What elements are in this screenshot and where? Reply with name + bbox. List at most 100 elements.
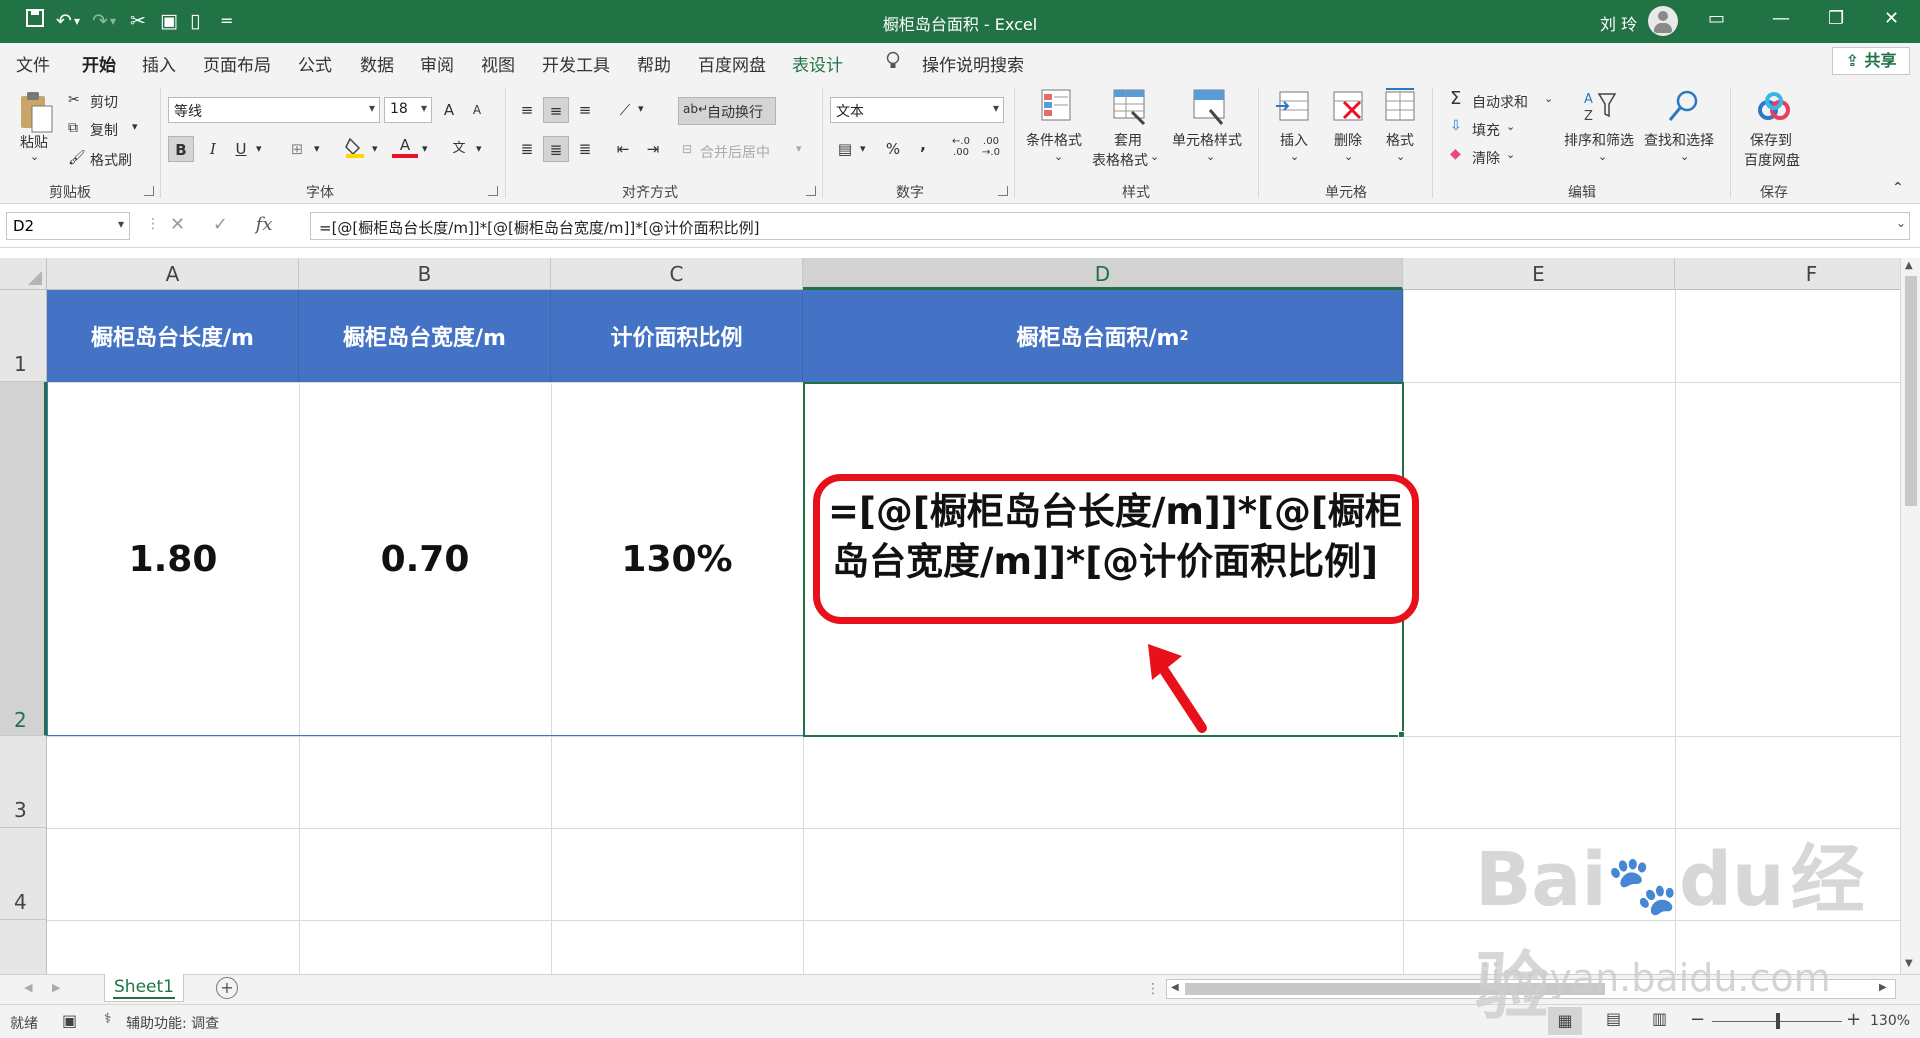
fill-color-dropdown-icon[interactable]: ▾ [372,142,378,155]
delete-cells-icon[interactable] [1330,88,1366,126]
sort-dropdown-icon[interactable]: ⌄ [1598,150,1607,163]
autosum-button[interactable]: 自动求和 [1472,92,1528,112]
align-right-icon[interactable]: ≣ [572,136,598,162]
shrink-font-button[interactable]: A [464,97,490,123]
font-color-button[interactable]: A [392,132,418,158]
sort-filter-button[interactable]: 排序和筛选 [1564,130,1634,150]
align-top-icon[interactable]: ≡ [514,97,540,123]
orientation-dropdown-icon[interactable]: ▾ [638,102,644,115]
phonetic-guide-button[interactable]: 文 [446,136,472,162]
cell-styles-icon[interactable] [1192,88,1228,126]
table-header-ratio[interactable]: 计价面积比例 [551,290,803,382]
fill-button[interactable]: 填充 [1472,120,1500,140]
orientation-icon[interactable]: ⟋ [612,97,638,123]
font-color-dropdown-icon[interactable]: ▾ [422,142,428,155]
find-dropdown-icon[interactable]: ⌄ [1680,150,1689,163]
column-header-d[interactable]: D [803,258,1403,290]
maximize-icon[interactable]: ❐ [1828,8,1844,29]
name-box[interactable]: D2 [6,212,130,240]
formula-input[interactable]: =[@[橱柜岛台长度/m]]*[@[橱柜岛台宽度/m]]*[@计价面积比例] [310,212,1910,240]
paste-dropdown-icon[interactable]: ⌄ [30,150,39,163]
fill-handle[interactable] [1398,731,1405,738]
wrap-text-button[interactable]: ab↵ 自动换行 [678,97,776,125]
row-header-5[interactable] [0,920,47,974]
format-as-table-label-2[interactable]: 表格格式 [1092,150,1148,170]
tab-formulas[interactable]: 公式 [298,51,332,76]
increase-decimal-button[interactable]: ←.0 .00 [948,136,974,162]
decrease-indent-icon[interactable]: ⇤ [610,136,636,162]
scroll-left-icon[interactable]: ◀ [1171,982,1179,993]
column-header-f[interactable]: F [1675,258,1900,290]
tab-view[interactable]: 视图 [481,51,515,76]
conditional-formatting-icon[interactable] [1040,88,1074,126]
row-header-3[interactable]: 3 [0,736,47,828]
clear-dropdown-icon[interactable]: ⌄ [1506,148,1515,161]
merge-center-button[interactable]: 合并后居中 [700,142,770,162]
new-sheet-icon[interactable]: + [216,977,238,999]
column-header-c[interactable]: C [551,258,803,290]
font-name-combo[interactable]: 等线 [168,97,380,123]
next-sheet-icon[interactable]: ▶ [52,981,60,994]
baidu-netdisk-icon[interactable] [1756,92,1792,124]
alignment-launcher-icon[interactable] [806,186,816,196]
borders-dropdown-icon[interactable]: ▾ [314,142,320,155]
save-to-netdisk-label-2[interactable]: 百度网盘 [1744,150,1800,170]
format-cells-icon[interactable] [1382,88,1418,126]
confirm-entry-icon[interactable]: ✓ [213,214,228,235]
macro-recording-icon[interactable]: ▣ [62,1011,77,1030]
find-select-button[interactable]: 查找和选择 [1644,130,1714,150]
format-cells-button[interactable]: 格式 [1386,130,1414,150]
phonetic-dropdown-icon[interactable]: ▾ [476,142,482,155]
cell-a2[interactable]: 1.80 [47,382,299,736]
delete-dropdown-icon[interactable]: ⌄ [1344,150,1353,163]
tab-insert[interactable]: 插入 [142,51,176,76]
table-header-width[interactable]: 橱柜岛台宽度/m [299,290,551,382]
borders-icon[interactable]: ⊞ [284,136,310,162]
paste-icon[interactable] [18,90,54,136]
tell-me-search[interactable]: 操作说明搜索 [922,51,1024,76]
insert-function-button[interactable]: fx [256,214,273,235]
align-center-icon[interactable]: ≣ [543,136,569,162]
sort-filter-icon[interactable]: AZ [1582,88,1618,126]
cut-button[interactable]: 剪切 [90,92,118,112]
tab-page-layout[interactable]: 页面布局 [203,51,271,76]
percent-style-button[interactable]: % [880,136,906,162]
font-launcher-icon[interactable] [488,186,498,196]
delete-cells-button[interactable]: 删除 [1334,130,1362,150]
merge-dropdown-icon[interactable]: ▾ [796,142,802,155]
cell-styles-dropdown-icon[interactable]: ⌄ [1206,150,1215,163]
expand-formula-bar-icon[interactable]: ⌄ [1896,216,1906,230]
close-icon[interactable]: ✕ [1884,8,1899,29]
user-name[interactable]: 刘 玲 [1600,11,1637,35]
vertical-scroll-thumb[interactable] [1905,276,1917,506]
select-all-button[interactable] [0,258,47,290]
clipboard-launcher-icon[interactable] [144,186,154,196]
cell-c2[interactable]: 130% [551,382,803,736]
align-left-icon[interactable]: ≣ [514,136,540,162]
accounting-dropdown-icon[interactable]: ▾ [860,142,866,155]
column-header-e[interactable]: E [1403,258,1675,290]
font-size-combo[interactable]: 18 [384,97,432,123]
clear-button[interactable]: 清除 [1472,148,1500,168]
bold-button[interactable]: B [168,136,194,162]
format-painter-button[interactable]: 格式刷 [90,150,132,170]
format-as-table-icon[interactable] [1112,88,1148,126]
align-bottom-icon[interactable]: ≡ [572,97,598,123]
row-header-4[interactable]: 4 [0,828,47,920]
accessibility-status[interactable]: 辅助功能: 调查 [126,1013,219,1033]
tab-table-design[interactable]: 表设计 [792,51,843,76]
tab-split-icon[interactable]: ⋮ [1146,981,1160,997]
increase-indent-icon[interactable]: ⇥ [640,136,666,162]
copy-dropdown-icon[interactable]: ▾ [132,120,138,133]
column-header-b[interactable]: B [299,258,551,290]
tab-data[interactable]: 数据 [360,51,394,76]
format-dropdown-icon[interactable]: ⌄ [1396,150,1405,163]
tab-file[interactable]: 文件 [16,51,50,76]
avatar[interactable] [1648,6,1678,36]
underline-button[interactable]: U [228,136,254,162]
tab-baidu-netdisk[interactable]: 百度网盘 [698,51,766,76]
tab-developer[interactable]: 开发工具 [542,51,610,76]
comma-style-button[interactable]: , [910,132,936,158]
italic-button[interactable]: I [200,136,226,162]
format-as-table-dropdown-icon[interactable]: ⌄ [1150,150,1159,163]
